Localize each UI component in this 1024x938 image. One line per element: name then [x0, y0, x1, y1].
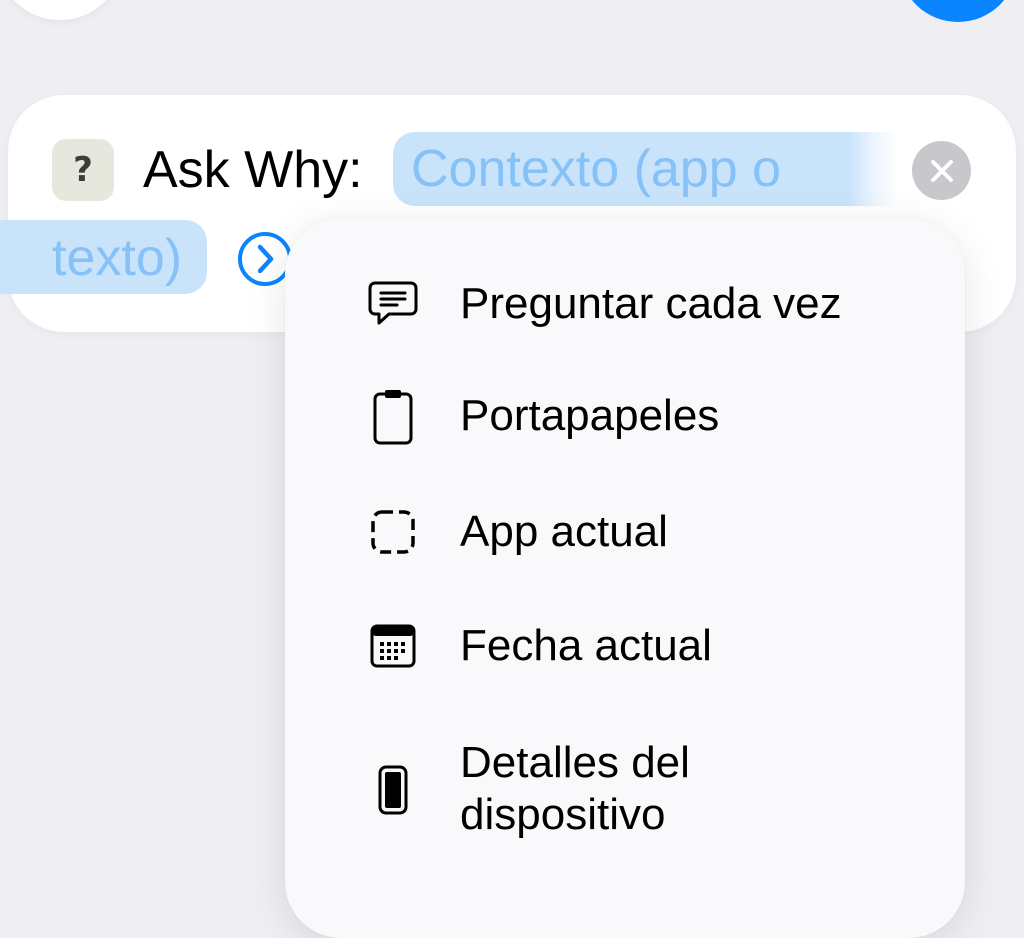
- menu-item-current-date[interactable]: Fecha actual: [285, 618, 965, 678]
- parameter-token[interactable]: Contexto (app o: [393, 132, 898, 206]
- calendar-icon: [370, 624, 416, 668]
- variable-menu: Preguntar cada vez Portapapeles App actu…: [285, 218, 965, 938]
- clipboard-icon: [373, 390, 413, 445]
- parameter-token-text-line1: Contexto (app o: [411, 140, 782, 198]
- menu-item-ask-each-time[interactable]: Preguntar cada vez: [285, 274, 965, 334]
- top-right-accent-button[interactable]: [900, 0, 1016, 22]
- close-icon: [930, 159, 953, 182]
- menu-item-label-line1: Detalles del: [460, 738, 690, 787]
- menu-item-label: Preguntar cada vez: [460, 279, 842, 328]
- parameter-token-text-line2: texto): [52, 229, 183, 287]
- iphone-icon: [378, 765, 408, 815]
- menu-item-label-line2: dispositivo: [460, 790, 666, 839]
- menu-item-current-app[interactable]: App actual: [285, 504, 965, 564]
- ask-why-app-icon: ?: [52, 139, 114, 201]
- menu-item-label: App actual: [460, 507, 668, 556]
- action-title: Ask Why:: [143, 141, 363, 199]
- menu-item-label: Portapapeles: [460, 391, 720, 440]
- speech-bubble-icon: [368, 281, 418, 325]
- top-left-button[interactable]: [0, 0, 120, 20]
- menu-item-label: Fecha actual: [460, 621, 712, 670]
- dashed-square-icon: [371, 510, 415, 554]
- parameter-token-continued[interactable]: texto): [0, 220, 207, 294]
- clear-parameter-button[interactable]: [912, 141, 971, 200]
- question-mark-icon: ?: [73, 150, 93, 190]
- menu-item-clipboard[interactable]: Portapapeles: [285, 388, 965, 448]
- menu-item-device-details[interactable]: Detalles del dispositivo: [285, 736, 965, 846]
